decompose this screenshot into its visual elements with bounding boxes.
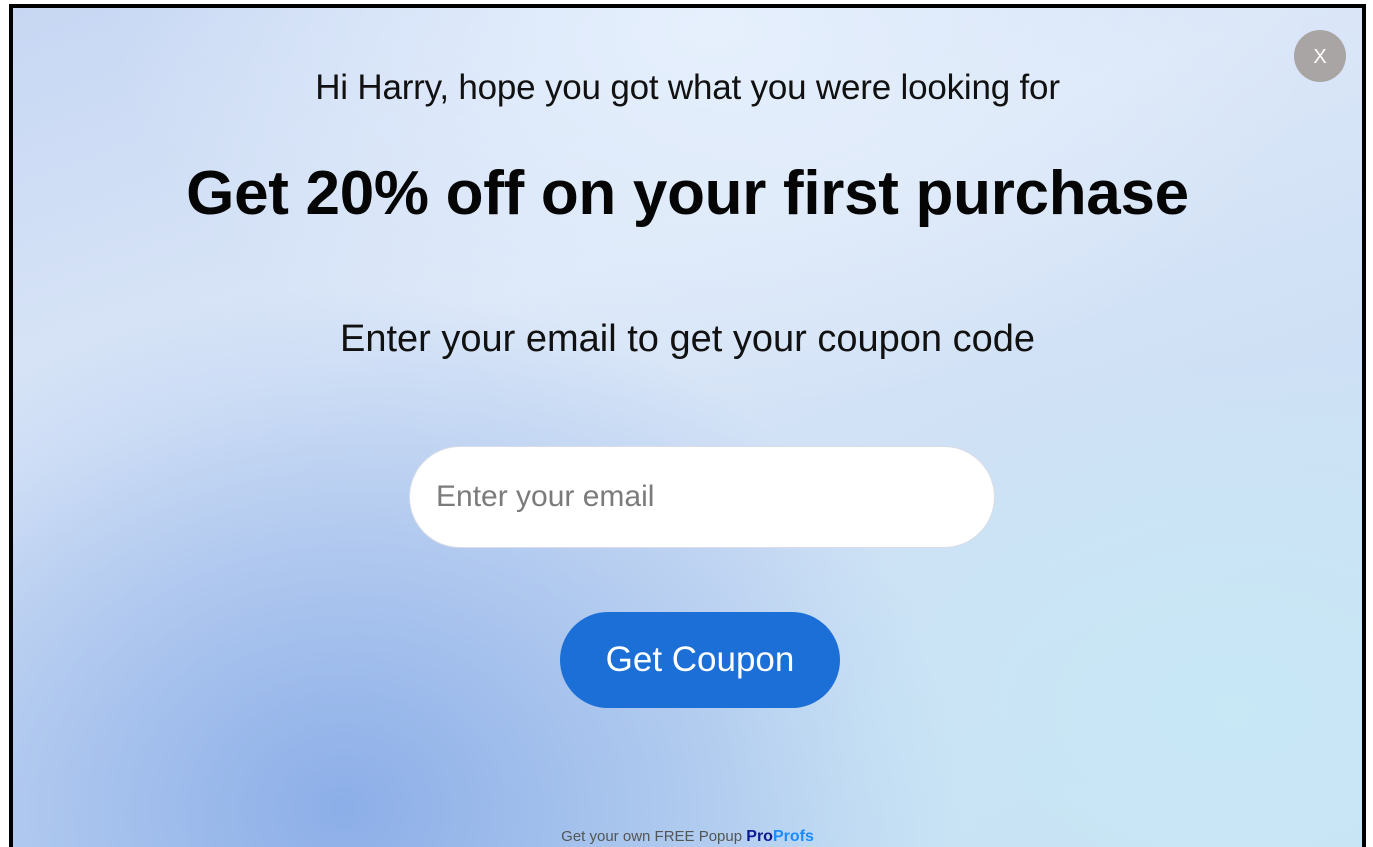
email-prompt-text: Enter your email to get your coupon code	[340, 318, 1035, 360]
proprofs-logo[interactable]: ProProfs	[746, 828, 814, 845]
offer-headline: Get 20% off on your first purchase	[186, 159, 1189, 228]
email-input[interactable]	[409, 446, 995, 548]
brand-profs-text: Profs	[772, 828, 814, 845]
greeting-text: Hi Harry, hope you got what you were loo…	[315, 68, 1060, 107]
get-coupon-button[interactable]: Get Coupon	[560, 612, 840, 708]
footer-text: Get your own FREE Popup	[561, 828, 743, 845]
coupon-popup: X Hi Harry, hope you got what you were l…	[9, 4, 1366, 847]
powered-by-footer[interactable]: Get your own FREE Popup ProProfs	[13, 828, 1362, 846]
brand-pro-text: Pro	[746, 828, 773, 845]
